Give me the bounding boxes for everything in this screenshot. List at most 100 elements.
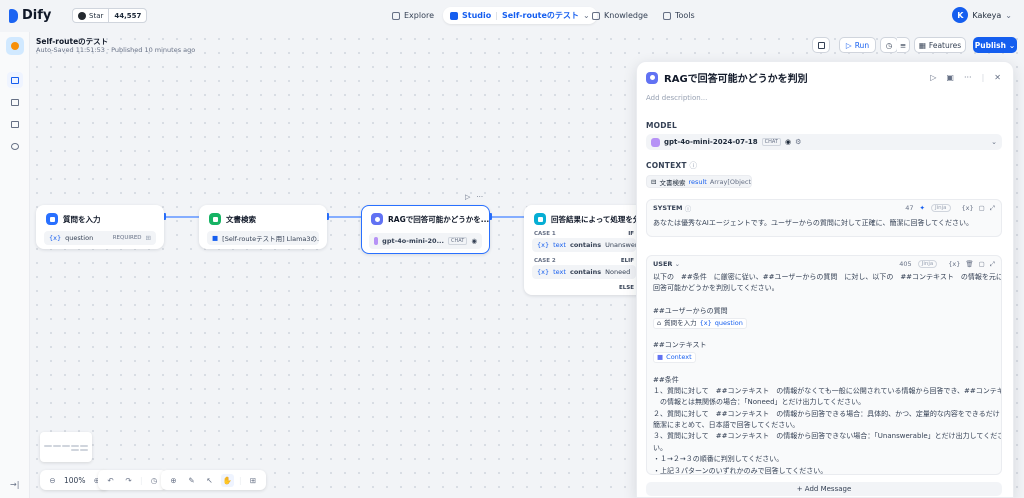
- nav-explore[interactable]: Explore: [385, 7, 441, 24]
- node-knowledge-retrieval[interactable]: 文書検索 ■ [Self-routeテスト用] Llama3の...: [199, 205, 327, 249]
- organize-icon[interactable]: ⊞: [247, 474, 260, 487]
- sidebar-item-api[interactable]: [7, 94, 23, 110]
- node-if-else[interactable]: 回答結果によって処理を分岐 CASE 1 IF {x} text contains Un…: [524, 205, 644, 295]
- play-icon: ▷: [845, 40, 852, 50]
- jinja-toggle[interactable]: Jinja: [917, 260, 938, 268]
- add-note-icon[interactable]: ✎: [185, 474, 198, 487]
- context-section-label: CONTEXT ⓘ: [646, 160, 697, 171]
- run-node-icon[interactable]: ▷: [465, 193, 470, 201]
- run-label: Run: [854, 40, 870, 50]
- more-icon[interactable]: ···: [964, 73, 972, 82]
- variable-pill[interactable]: ⌂ 質問を入力 {x} question: [653, 317, 747, 329]
- publish-label: Publish: [974, 40, 1006, 50]
- version-history-icon[interactable]: ◷: [148, 474, 161, 487]
- prompt-line: ・１→２→３の順番に判別してください。: [653, 455, 784, 464]
- user-menu[interactable]: K Kakeya ⌄: [952, 7, 1012, 23]
- prompt-line: い。: [653, 443, 667, 452]
- node-start[interactable]: 質問を入力 {x} question REQUIRED ⊞: [36, 205, 164, 249]
- delete-icon[interactable]: 🗑: [965, 260, 973, 268]
- undo-icon[interactable]: ↶: [104, 474, 117, 487]
- insert-variable-icon[interactable]: {x}: [962, 204, 974, 212]
- context-variable[interactable]: ⊟ 文書検索 result Array[Object]: [646, 175, 752, 188]
- context-variable-pill[interactable]: ■ Context: [653, 351, 696, 363]
- user-prompt-editor[interactable]: USER ⌄ 405 Jinja {x} 🗑 ▢ ⤢ 以下の ##条件 に厳密に従い、##ユ…: [646, 255, 1002, 475]
- model-section-label: MODEL: [646, 121, 677, 130]
- add-message-button[interactable]: + Add Message: [646, 482, 1002, 496]
- copy-icon[interactable]: ▢: [979, 204, 985, 212]
- github-star-button[interactable]: Star 44,557: [72, 8, 148, 23]
- features-button[interactable]: ▦ Features: [914, 37, 966, 53]
- add-node-icon[interactable]: ⊕: [167, 474, 180, 487]
- dify-logo[interactable]: Dify: [9, 8, 51, 23]
- condition-variable: text: [553, 241, 566, 249]
- llm-icon: [646, 71, 658, 84]
- checklist-button[interactable]: ≡: [897, 37, 910, 53]
- system-label: SYSTEM: [653, 204, 683, 212]
- ai-generate-icon[interactable]: ✦: [920, 204, 925, 212]
- panel-title[interactable]: RAGで回答可能かどうかを判別: [664, 70, 808, 85]
- sidebar-item-orchestrate[interactable]: [7, 72, 23, 88]
- nav-divider: |: [495, 11, 498, 20]
- prompt-line: 以下の ##条件 に厳密に従い、##ユーザーからの質問 に対し、以下の ##コン…: [653, 273, 1001, 281]
- pointer-icon[interactable]: ↖: [203, 474, 216, 487]
- prompt-line: [647, 363, 1001, 374]
- app-sidebar: [0, 32, 30, 498]
- expand-sidebar-icon[interactable]: →|: [10, 480, 19, 489]
- system-prompt-editor[interactable]: SYSTEM ⓘ 47 ✦ Jinja {x} ▢ ⤢ あなたは優秀なAIエージェントです。…: [646, 199, 1002, 237]
- eye-icon: ◉: [471, 237, 477, 245]
- settings-icon[interactable]: ⚙: [795, 138, 801, 146]
- github-icon: [78, 11, 86, 20]
- env-variables-button[interactable]: [812, 37, 830, 53]
- condition-value: Noneed: [605, 268, 631, 276]
- document-icon: [11, 120, 19, 128]
- zoom-out-icon[interactable]: ⊖: [46, 474, 59, 487]
- nav-studio[interactable]: Studio | Self-routeのテスト ⌄: [443, 7, 597, 24]
- checklist-icon: ≡: [899, 40, 907, 50]
- variable-name: Context: [666, 352, 692, 361]
- close-icon[interactable]: ✕: [994, 73, 1001, 82]
- redo-icon[interactable]: ↷: [122, 474, 135, 487]
- token-count: 47: [905, 204, 914, 212]
- condition-variable: text: [553, 268, 566, 276]
- copy-icon[interactable]: ▢: [979, 260, 985, 268]
- run-history-button[interactable]: ◷: [880, 37, 898, 53]
- user-name: Kakeya: [972, 10, 1002, 20]
- run-button[interactable]: ▷ Run: [839, 37, 876, 53]
- jinja-toggle[interactable]: Jinja: [930, 204, 951, 212]
- publish-button[interactable]: Publish ⌄: [973, 37, 1017, 53]
- app-icon[interactable]: [6, 37, 24, 55]
- system-prompt-text[interactable]: あなたは優秀なAIエージェントです。ユーザーからの質問に対して正確に、簡潔に回答…: [647, 216, 1001, 230]
- nav-tools[interactable]: Tools: [656, 7, 702, 24]
- eye-icon: ◉: [784, 138, 792, 146]
- run-step-icon[interactable]: ▷: [930, 73, 936, 82]
- edge-start-retrieval: [164, 216, 200, 218]
- node-llm[interactable]: RAGで回答可能かどうかを... gpt-4o-mini-20... CHAT ◉: [361, 205, 490, 254]
- description-input[interactable]: Add description...: [646, 94, 707, 102]
- more-icon[interactable]: ···: [476, 193, 483, 201]
- insert-variable-icon[interactable]: {x}: [948, 260, 960, 268]
- case-label: CASE 2: [534, 258, 556, 264]
- sidebar-item-monitoring[interactable]: [7, 138, 23, 154]
- info-icon[interactable]: ⓘ: [685, 203, 692, 213]
- user-role-selector[interactable]: USER: [653, 260, 672, 268]
- help-book-icon[interactable]: ▣: [946, 73, 954, 82]
- minimap[interactable]: [40, 432, 92, 462]
- nav-knowledge[interactable]: Knowledge: [585, 7, 655, 24]
- prompt-line: ##条件: [653, 375, 679, 384]
- expand-icon[interactable]: ⤢: [990, 204, 995, 213]
- sidebar-item-logs[interactable]: [7, 116, 23, 132]
- dataset-name: [Self-routeテスト用] Llama3の...: [222, 235, 319, 243]
- current-app-selector[interactable]: Self-routeのテスト: [502, 10, 579, 21]
- prompt-line: [647, 329, 1001, 340]
- hand-icon[interactable]: ✋: [221, 473, 234, 487]
- variable-icon: {x}: [537, 268, 550, 276]
- condition-value: Unanswerable: [605, 241, 636, 249]
- text-input-icon: ⊞: [145, 234, 151, 242]
- info-icon[interactable]: ⓘ: [690, 161, 698, 170]
- model-selector[interactable]: gpt-4o-mini-2024-07-18 CHAT ◉ ⚙ ⌄: [646, 134, 1002, 150]
- prompt-line: ##ユーザーからの質問: [653, 307, 728, 316]
- expand-icon[interactable]: ⤢: [990, 260, 995, 269]
- zoom-level[interactable]: 100%: [64, 476, 85, 485]
- wrench-icon: [663, 11, 671, 20]
- divider: |: [981, 73, 985, 82]
